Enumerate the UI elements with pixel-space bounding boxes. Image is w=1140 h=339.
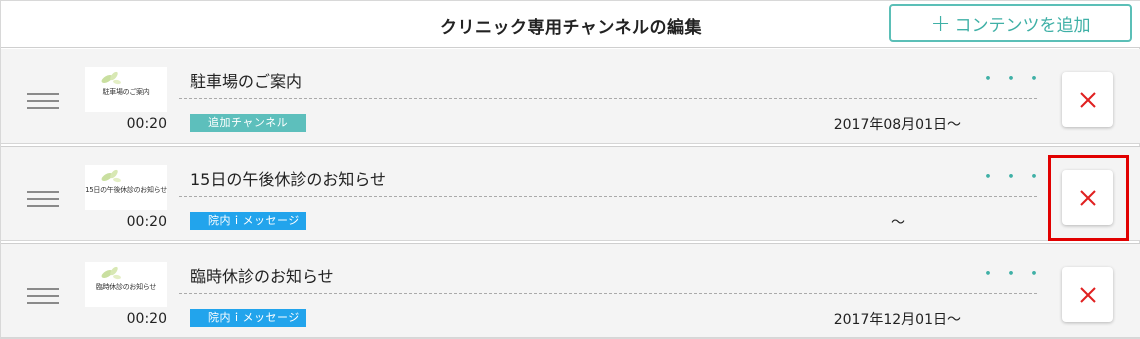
thumbnail: 15日の午後休診のお知らせ — [85, 165, 167, 210]
list-item[interactable]: 15日の午後休診のお知らせ 00:20 15日の午後休診のお知らせ ・・・ 院内… — [1, 146, 1140, 241]
duration: 00:20 — [126, 116, 167, 132]
plus-icon: + — [930, 8, 951, 37]
more-options-icon[interactable]: ・・・ — [979, 266, 1048, 284]
more-options-icon[interactable]: ・・・ — [979, 71, 1048, 89]
drag-handle-icon[interactable] — [27, 191, 59, 207]
drag-handle-icon[interactable] — [27, 93, 59, 109]
divider — [179, 98, 1037, 99]
channel-tag: 院内ｉメッセージ — [190, 212, 306, 230]
add-content-label: コンテンツを追加 — [954, 15, 1091, 36]
item-title: 15日の午後休診のお知らせ — [190, 170, 387, 189]
item-title: 駐車場のご案内 — [190, 72, 303, 91]
drag-handle-icon[interactable] — [27, 288, 59, 304]
item-title: 臨時休診のお知らせ — [190, 267, 334, 286]
close-icon — [1079, 286, 1096, 303]
leaf-icon — [101, 169, 121, 183]
leaf-icon — [101, 71, 121, 85]
close-icon — [1079, 91, 1096, 108]
thumbnail: 駐車場のご案内 — [85, 67, 167, 112]
delete-button[interactable] — [1062, 267, 1113, 322]
header-bar: クリニック専用チャンネルの編集 + コンテンツを追加 — [1, 1, 1140, 48]
channel-tag: 追加チャンネル — [190, 114, 306, 132]
duration: 00:20 — [126, 214, 167, 230]
highlight-box — [1048, 155, 1129, 241]
thumbnail-text: 15日の午後休診のお知らせ — [85, 186, 167, 194]
thumbnail: 臨時休診のお知らせ — [85, 262, 167, 307]
start-date: 〜 — [891, 215, 905, 231]
channel-tag: 院内ｉメッセージ — [190, 309, 306, 327]
delete-button[interactable] — [1062, 72, 1113, 127]
leaf-icon — [101, 266, 121, 280]
list-item[interactable]: 駐車場のご案内 00:20 駐車場のご案内 ・・・ 追加チャンネル 2017年0… — [1, 49, 1140, 144]
thumbnail-text: 駐車場のご案内 — [102, 88, 150, 96]
add-content-button[interactable]: + コンテンツを追加 — [889, 4, 1132, 42]
more-options-icon[interactable]: ・・・ — [979, 169, 1048, 187]
divider — [179, 293, 1037, 294]
list-item[interactable]: 臨時休診のお知らせ 00:20 臨時休診のお知らせ ・・・ 院内ｉメッセージ 2… — [1, 243, 1140, 338]
divider — [179, 196, 1037, 197]
start-date: 2017年12月01日〜 — [833, 312, 961, 328]
thumbnail-text: 臨時休診のお知らせ — [95, 283, 157, 291]
duration: 00:20 — [126, 311, 167, 327]
start-date: 2017年08月01日〜 — [833, 117, 961, 133]
channel-editor: クリニック専用チャンネルの編集 + コンテンツを追加 駐車場のご案内 00:20… — [0, 0, 1140, 339]
